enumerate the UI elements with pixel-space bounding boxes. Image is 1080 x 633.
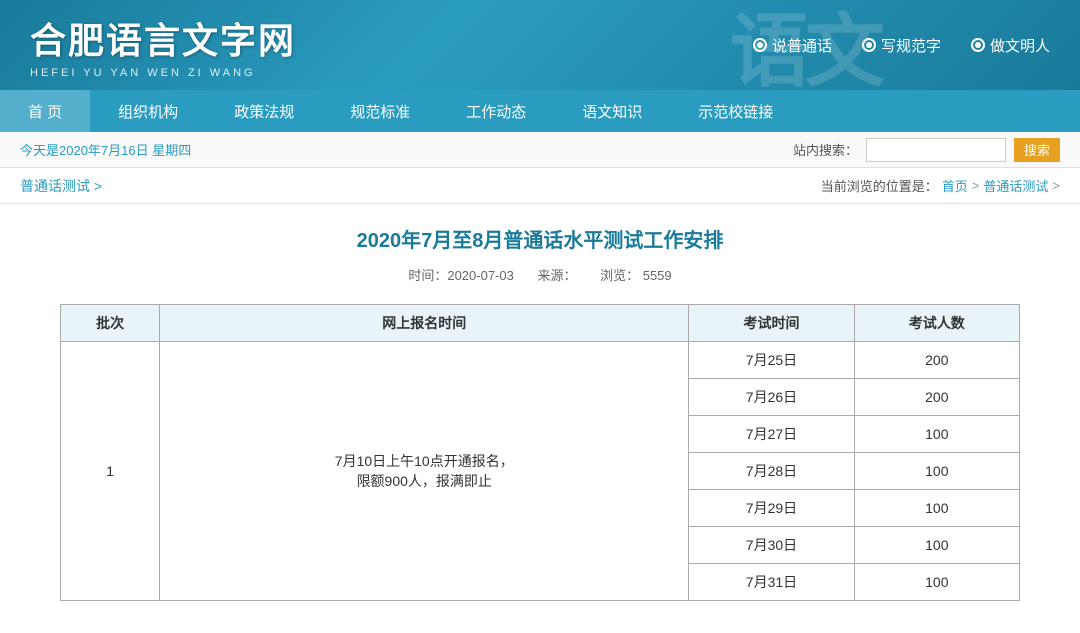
slogan-radio-3: [971, 38, 985, 52]
site-logo-sub: HEFEI YU YAN WEN ZI WANG: [30, 67, 296, 79]
cell-exam-date: 7月27日: [689, 416, 854, 453]
main-nav: 首 页 组织机构 政策法规 规范标准 工作动态 语文知识 示范校链接: [0, 90, 1080, 132]
cell-exam-count: 100: [854, 416, 1019, 453]
breadcrumb-path: 当前浏览的位置是： 首页 > 普通话测试 >: [821, 176, 1060, 195]
col-header-reg: 网上报名时间: [160, 305, 689, 342]
slogan-3: 做文明人: [971, 35, 1050, 56]
nav-item-policy[interactable]: 政策法规: [206, 90, 322, 132]
site-logo-main: 合肥语言文字网: [30, 12, 296, 64]
logo-area: 合肥语言文字网 HEFEI YU YAN WEN ZI WANG: [30, 12, 296, 79]
cell-exam-date: 7月30日: [689, 527, 854, 564]
cell-exam-date: 7月31日: [689, 564, 854, 601]
article-meta: 时间：2020-07-03 来源： 浏览： 5559: [60, 265, 1020, 284]
meta-source: 来源：: [537, 268, 576, 283]
cell-exam-count: 100: [854, 564, 1019, 601]
site-header: 语文 合肥语言文字网 HEFEI YU YAN WEN ZI WANG 说普通话…: [0, 0, 1080, 90]
search-button[interactable]: 搜索: [1014, 138, 1060, 162]
cell-exam-date: 7月26日: [689, 379, 854, 416]
exam-table: 批次 网上报名时间 考试时间 考试人数 17月10日上午10点开通报名，限额90…: [60, 304, 1020, 601]
cell-exam-count: 100: [854, 453, 1019, 490]
nav-item-standards[interactable]: 规范标准: [322, 90, 438, 132]
table-row: 17月10日上午10点开通报名，限额900人，报满即止7月25日200: [61, 342, 1020, 379]
toolbar: 今天是2020年7月16日 星期四 站内搜索： 搜索: [0, 132, 1080, 168]
search-label: 站内搜索：: [793, 140, 858, 159]
cell-exam-count: 200: [854, 379, 1019, 416]
cell-exam-count: 200: [854, 342, 1019, 379]
article-title: 2020年7月至8月普通话水平测试工作安排: [60, 224, 1020, 253]
meta-time: 时间：2020-07-03: [408, 268, 514, 283]
col-header-batch: 批次: [61, 305, 160, 342]
slogan-text-3: 做文明人: [990, 35, 1050, 56]
meta-views: 浏览： 5559: [600, 268, 672, 283]
nav-item-schools[interactable]: 示范校链接: [670, 90, 801, 132]
breadcrumb-sep-1: >: [972, 178, 980, 193]
cell-exam-count: 100: [854, 527, 1019, 564]
cell-exam-date: 7月28日: [689, 453, 854, 490]
breadcrumb-bar: 普通话测试 > 当前浏览的位置是： 首页 > 普通话测试 >: [0, 168, 1080, 204]
col-header-exam: 考试时间: [689, 305, 854, 342]
slogan-text-2: 写规范字: [881, 35, 941, 56]
table-header-row: 批次 网上报名时间 考试时间 考试人数: [61, 305, 1020, 342]
breadcrumb-current-label: 当前浏览的位置是：: [821, 176, 938, 195]
cell-batch: 1: [61, 342, 160, 601]
cell-exam-date: 7月29日: [689, 490, 854, 527]
cell-exam-date: 7月25日: [689, 342, 854, 379]
breadcrumb-home-link[interactable]: 首页: [942, 176, 968, 195]
cell-exam-count: 100: [854, 490, 1019, 527]
nav-item-news[interactable]: 工作动态: [438, 90, 554, 132]
breadcrumb-section-link[interactable]: 普通话测试: [983, 176, 1048, 195]
breadcrumb-left-text: 普通话测试 >: [20, 176, 102, 196]
toolbar-date: 今天是2020年7月16日 星期四: [20, 140, 191, 159]
search-input[interactable]: [866, 138, 1006, 162]
breadcrumb-sep-2: >: [1052, 178, 1060, 193]
cell-reg-time: 7月10日上午10点开通报名，限额900人，报满即止: [160, 342, 689, 601]
col-header-count: 考试人数: [854, 305, 1019, 342]
article-content: 2020年7月至8月普通话水平测试工作安排 时间：2020-07-03 来源： …: [0, 204, 1080, 621]
toolbar-search-area: 站内搜索： 搜索: [793, 138, 1060, 162]
breadcrumb-section[interactable]: 普通话测试 >: [20, 176, 102, 196]
nav-item-knowledge[interactable]: 语文知识: [554, 90, 670, 132]
header-bg-decoration: 语文: [730, 0, 880, 90]
nav-item-home[interactable]: 首 页: [0, 90, 90, 132]
nav-item-org[interactable]: 组织机构: [90, 90, 206, 132]
